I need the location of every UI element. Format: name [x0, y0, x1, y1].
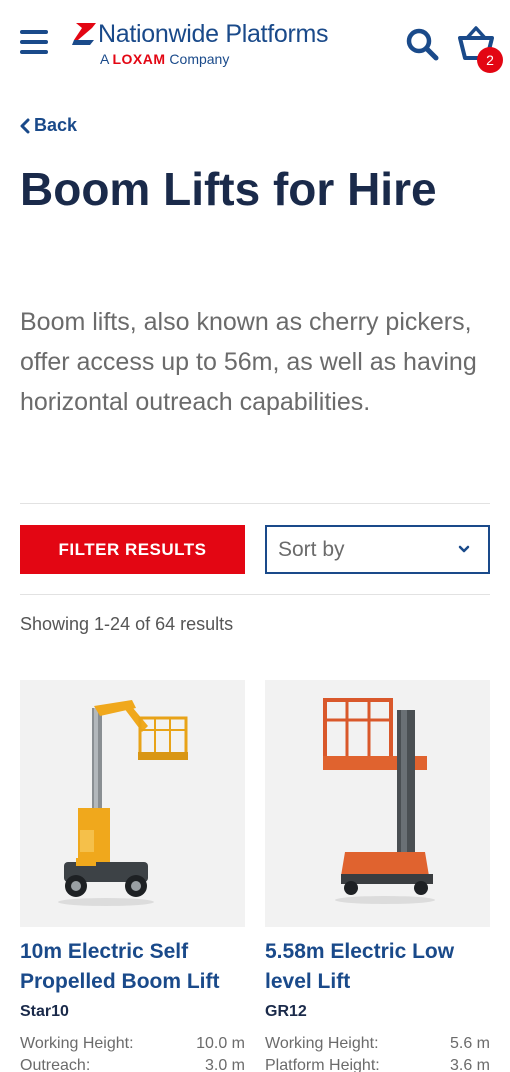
sort-by-label: Sort by [278, 538, 345, 561]
hamburger-icon[interactable] [20, 30, 48, 56]
results-count: Showing 1-24 of 64 results [20, 614, 234, 634]
back-label: Back [34, 115, 78, 135]
product-image[interactable] [20, 680, 245, 927]
page-intro: Boom lifts, also known as cherry pickers… [20, 308, 477, 416]
spec-label: Outreach: [20, 1057, 91, 1072]
filter-results-button[interactable]: FILTER RESULTS [20, 525, 245, 574]
logo-tagline-prefix: A [100, 51, 109, 67]
spec-label: Platform Height: [265, 1057, 380, 1072]
logo-wordmark: Nationwide Platforms [98, 20, 329, 48]
spec-row: Working Height: 5.6 m [265, 1033, 490, 1055]
spec-label: Working Height: [265, 1035, 379, 1052]
divider [20, 594, 490, 595]
product-card[interactable]: 10m Electric Self Propelled Boom Lift St… [20, 680, 245, 1072]
product-image[interactable] [265, 680, 490, 927]
chevron-down-icon [458, 545, 470, 553]
product-model: GR12 [265, 1003, 307, 1020]
product-specs: Working Height: 10.0 m Outreach: 3.0 m [20, 1033, 245, 1072]
logo-tagline-suffix: Company [169, 51, 230, 67]
page-title: Boom Lifts for Hire [20, 163, 437, 215]
spec-row: Platform Height: 3.6 m [265, 1055, 490, 1072]
spec-row: Working Height: 10.0 m [20, 1033, 245, 1055]
sort-by-select[interactable]: Sort by [265, 525, 490, 574]
divider [20, 503, 490, 504]
product-specs: Working Height: 5.6 m Platform Height: 3… [265, 1033, 490, 1072]
site-logo[interactable]: Nationwide Platforms A LOXAM Company [72, 20, 372, 74]
product-title[interactable]: 10m Electric Self Propelled Boom Lift [20, 937, 245, 997]
back-link[interactable]: Back [20, 115, 77, 136]
search-icon[interactable] [404, 26, 440, 62]
spec-value: 3.6 m [449, 1057, 490, 1072]
spec-value: 3.0 m [204, 1057, 245, 1072]
spec-row: Outreach: 3.0 m [20, 1055, 245, 1072]
chevron-left-icon [20, 118, 30, 133]
logo-tagline-brand: LOXAM [112, 51, 166, 67]
product-model: Star10 [20, 1003, 69, 1020]
spec-value: 5.6 m [449, 1035, 490, 1052]
logo-mark-icon [72, 23, 96, 45]
product-title[interactable]: 5.58m Electric Low level Lift [265, 937, 490, 997]
site-header: Nationwide Platforms A LOXAM Company 2 [0, 0, 510, 90]
logo-tagline: A LOXAM Company [100, 51, 229, 67]
spec-value: 10.0 m [196, 1035, 245, 1052]
product-card[interactable]: 5.58m Electric Low level Lift GR12 Worki… [265, 680, 490, 1072]
cart-count-badge[interactable]: 2 [477, 47, 503, 73]
spec-label: Working Height: [20, 1035, 134, 1052]
